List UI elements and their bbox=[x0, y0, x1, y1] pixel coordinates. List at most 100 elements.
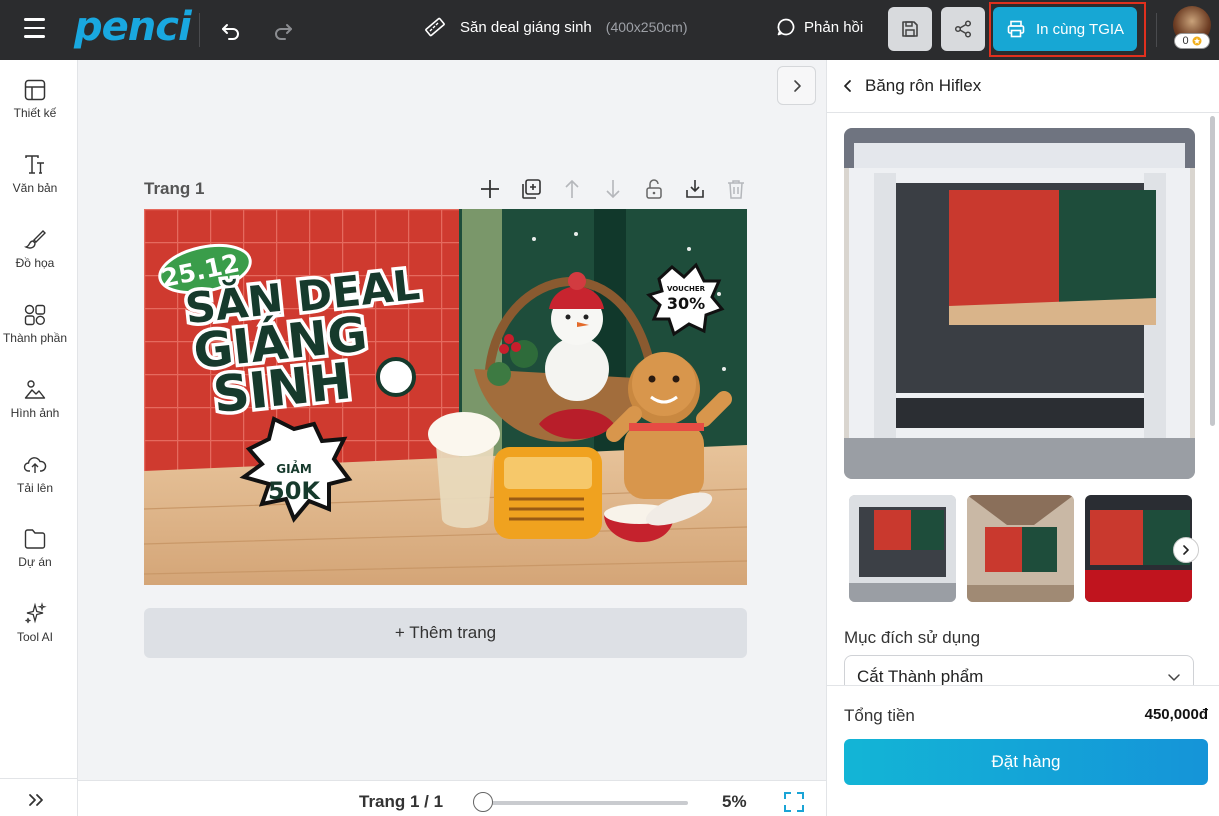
sidebar-item-tool-ai[interactable]: Tool AI bbox=[0, 602, 70, 644]
save-icon bbox=[902, 21, 918, 37]
duplicate-icon bbox=[522, 179, 541, 199]
download-icon bbox=[686, 180, 704, 198]
purpose-label: Mục đích sử dụng bbox=[844, 628, 981, 647]
fullscreen-icon[interactable] bbox=[783, 791, 805, 813]
thumbnail-2[interactable] bbox=[967, 495, 1074, 602]
total-price: 450,000đ bbox=[1144, 706, 1208, 723]
delete-page-button[interactable] bbox=[724, 177, 748, 201]
page-toolbar bbox=[478, 177, 748, 201]
sidebar-item-label: Dự án bbox=[18, 555, 52, 569]
left-sidebar: Thiết kế Văn bản Đồ họa Thành phần Hình … bbox=[0, 60, 78, 816]
sidebar-item-graphics[interactable]: Đồ họa bbox=[0, 228, 70, 270]
document-size: (400x250cm) bbox=[605, 19, 688, 35]
image-icon bbox=[24, 380, 46, 399]
move-down-button[interactable] bbox=[601, 177, 625, 201]
zoom-level: 5% bbox=[722, 792, 747, 811]
upload-icon bbox=[23, 457, 47, 473]
add-element-button[interactable] bbox=[478, 177, 502, 201]
purpose-value: Cắt Thành phẩm bbox=[857, 667, 984, 686]
sidebar-item-design[interactable]: Thiết kế bbox=[0, 78, 70, 120]
sidebar-item-label: Đồ họa bbox=[15, 256, 55, 270]
arrow-down-icon bbox=[606, 180, 620, 199]
menu-icon[interactable] bbox=[24, 18, 48, 40]
panel-title: Băng rôn Hiflex bbox=[865, 76, 982, 95]
text-icon bbox=[25, 155, 44, 174]
thumbnails-next-button[interactable] bbox=[1173, 537, 1199, 563]
sidebar-item-label: Tải lên bbox=[16, 481, 54, 495]
move-up-button[interactable] bbox=[560, 177, 584, 201]
thumbnail-storefront bbox=[849, 495, 956, 602]
sidebar-item-label: Thiết kế bbox=[13, 106, 57, 120]
save-button[interactable] bbox=[888, 7, 932, 51]
chat-bubble-icon bbox=[777, 18, 795, 36]
redo-icon[interactable] bbox=[270, 17, 296, 43]
page-counter[interactable]: Trang 1 / 1 bbox=[359, 792, 443, 812]
discount-label: GIẢM bbox=[276, 460, 312, 476]
folder-icon bbox=[24, 529, 46, 549]
top-bar: penci Săn deal giáng sinh (400x250cm) Ph… bbox=[0, 0, 1219, 60]
lock-page-button[interactable] bbox=[642, 177, 666, 201]
voucher-label: VOUCHER bbox=[667, 285, 706, 293]
printer-icon bbox=[1007, 20, 1025, 38]
sparkle-icon bbox=[25, 602, 47, 624]
undo-icon[interactable] bbox=[218, 17, 244, 43]
add-page-button[interactable]: + Thêm trang bbox=[144, 608, 747, 658]
document-title[interactable]: Săn deal giáng sinh (400x250cm) bbox=[424, 16, 687, 38]
chevron-down-icon bbox=[1168, 674, 1180, 681]
product-preview-image[interactable] bbox=[844, 128, 1195, 479]
bottom-bar: Trang 1 / 1 5% bbox=[78, 780, 826, 816]
voucher-value: 30% bbox=[667, 294, 705, 313]
discount-value: 50K bbox=[268, 477, 321, 505]
sidebar-item-images[interactable]: Hình ảnh bbox=[0, 378, 70, 420]
coin-icon bbox=[1192, 36, 1202, 46]
chevron-right-icon bbox=[1183, 545, 1189, 555]
thumbnail-hanging-banner bbox=[967, 495, 1074, 602]
divider bbox=[199, 13, 200, 47]
document-name: Săn deal giáng sinh bbox=[460, 18, 592, 36]
divider bbox=[1156, 13, 1157, 47]
share-icon bbox=[954, 20, 972, 38]
total-label: Tổng tiền bbox=[844, 706, 915, 725]
plus-icon bbox=[481, 180, 499, 198]
download-page-button[interactable] bbox=[683, 177, 707, 201]
sidebar-item-label: Văn bản bbox=[12, 181, 58, 195]
feedback-label: Phản hồi bbox=[804, 18, 864, 36]
sidebar-item-elements[interactable]: Thành phần bbox=[0, 303, 70, 345]
thumbnail-1[interactable] bbox=[849, 495, 956, 602]
sidebar-item-projects[interactable]: Dự án bbox=[0, 527, 70, 569]
duplicate-page-button[interactable] bbox=[519, 177, 543, 201]
ruler-icon bbox=[425, 17, 445, 37]
panel-scrollbar[interactable] bbox=[1210, 116, 1215, 426]
sidebar-item-text[interactable]: Văn bản bbox=[0, 153, 70, 195]
coin-count: 0 bbox=[1182, 35, 1189, 47]
sidebar-item-upload[interactable]: Tải lên bbox=[0, 453, 70, 495]
print-with-tgia-button[interactable]: In cùng TGIA bbox=[993, 7, 1137, 51]
page-title: Trang 1 bbox=[144, 179, 205, 198]
sidebar-item-label: Tool AI bbox=[16, 630, 54, 644]
coin-badge: 0 bbox=[1174, 33, 1210, 49]
divider bbox=[827, 112, 1219, 113]
feedback-button[interactable]: Phản hồi bbox=[776, 17, 863, 37]
christmas-banner-artwork: 25.12 SĂN DEAL GIÁNG SINH GIẢM 50K VOUCH… bbox=[144, 209, 747, 585]
trash-icon bbox=[728, 180, 744, 199]
layout-icon bbox=[24, 79, 46, 101]
sidebar-item-label: Thành phần bbox=[2, 331, 68, 345]
app-logo[interactable]: penci bbox=[74, 4, 192, 50]
collapse-panel-button[interactable] bbox=[777, 66, 816, 105]
chevron-right-icon bbox=[793, 79, 801, 92]
share-button[interactable] bbox=[941, 7, 985, 51]
design-canvas[interactable]: 25.12 SĂN DEAL GIÁNG SINH GIẢM 50K VOUCH… bbox=[144, 209, 747, 585]
sidebar-item-label: Hình ảnh bbox=[10, 406, 60, 420]
double-chevron-right-icon[interactable] bbox=[26, 790, 46, 810]
product-panel: Băng rôn Hiflex Mục đích sử dụng Cắt Thà… bbox=[826, 60, 1219, 816]
shapes-icon bbox=[24, 304, 46, 326]
zoom-slider-handle[interactable] bbox=[473, 792, 493, 812]
print-label: In cùng TGIA bbox=[1035, 20, 1125, 38]
order-footer: Tổng tiền 450,000đ Đặt hàng bbox=[827, 685, 1219, 816]
storefront-mockup bbox=[844, 128, 1195, 479]
chevron-left-icon[interactable] bbox=[841, 79, 855, 93]
order-button[interactable]: Đặt hàng bbox=[844, 739, 1208, 785]
brush-icon bbox=[23, 230, 46, 249]
zoom-slider-track[interactable] bbox=[473, 801, 688, 805]
panel-header[interactable]: Băng rôn Hiflex bbox=[841, 76, 981, 96]
